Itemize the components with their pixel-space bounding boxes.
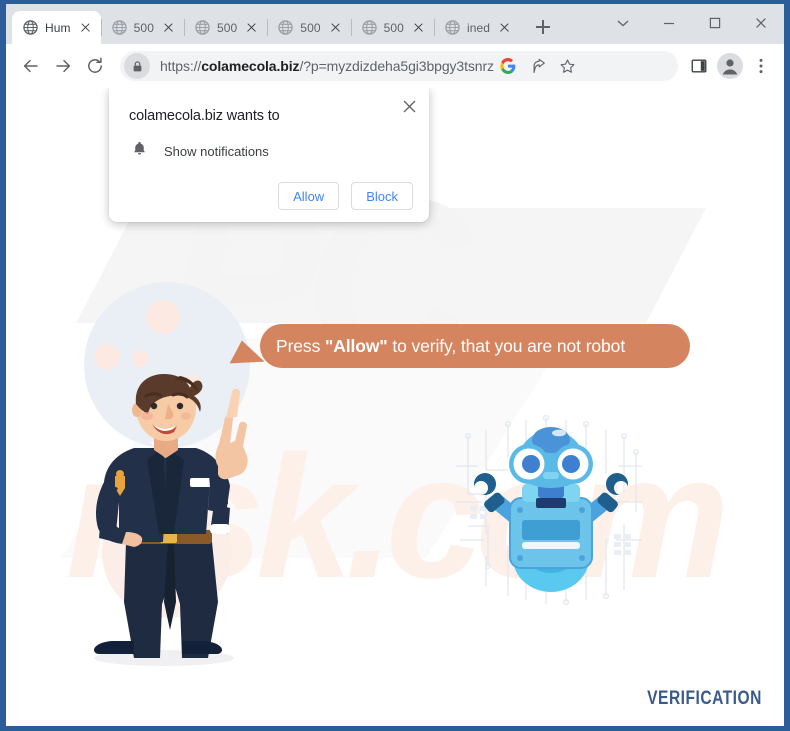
tab-title: 500 [300, 20, 321, 35]
dialog-permission-label: Show notifications [164, 143, 269, 159]
toolbar-right-actions [684, 51, 776, 81]
verification-label: VERIFICATION [647, 688, 762, 709]
url-text[interactable]: https://colamecola.biz/?p=myzdizdeha5gi3… [160, 58, 494, 74]
new-tab-button[interactable] [529, 13, 557, 41]
browser-tab-2[interactable]: 500 [100, 11, 184, 44]
close-tab-icon[interactable] [328, 20, 343, 35]
pointing-businessman-illustration [68, 370, 268, 675]
decorative-dot [146, 300, 180, 334]
close-window-icon[interactable] [738, 7, 784, 39]
browser-toolbar: https://colamecola.biz/?p=myzdizdeha5gi3… [6, 44, 784, 88]
bell-icon [131, 140, 148, 162]
globe-icon [445, 20, 460, 35]
three-dot-menu-icon[interactable] [746, 51, 776, 81]
browser-tab-6[interactable]: ined [433, 11, 520, 44]
url-host: colamecola.biz [201, 58, 300, 74]
tab-title: Hum [45, 20, 71, 35]
address-bar[interactable]: https://colamecola.biz/?p=myzdizdeha5gi3… [120, 51, 678, 81]
minimize-icon[interactable] [646, 7, 692, 39]
browser-tab-5[interactable]: 500 [350, 11, 434, 44]
omnibox-actions [494, 52, 582, 80]
close-tab-icon[interactable] [78, 20, 93, 35]
reload-icon[interactable] [80, 51, 110, 81]
tab-search-chevron-down-icon[interactable] [600, 7, 646, 39]
tab-strip: Hum 500 500 500 500 ined [6, 4, 784, 44]
tab-title: 500 [216, 20, 238, 35]
block-button[interactable]: Block [351, 182, 413, 210]
dialog-buttons: Allow Block [129, 182, 413, 210]
allow-button[interactable]: Allow [278, 182, 340, 210]
tab-title: 500 [383, 20, 404, 35]
close-tab-icon[interactable] [161, 20, 176, 35]
tab-title: ined [466, 20, 491, 35]
globe-icon [278, 20, 294, 35]
speech-prefix: Press [276, 335, 325, 356]
page-viewport: PC risk.com Press "Allow" to verify, tha… [6, 88, 784, 726]
decorative-dot [132, 350, 149, 367]
lock-icon[interactable] [124, 53, 150, 79]
speech-bubble-text: Press "Allow" to verify, that you are no… [276, 336, 625, 357]
forward-arrow-icon[interactable] [48, 51, 78, 81]
globe-icon [195, 20, 210, 35]
globe-icon [361, 20, 377, 35]
close-icon[interactable] [398, 95, 420, 117]
speech-emphasis: "Allow" [325, 335, 388, 356]
share-icon[interactable] [524, 52, 552, 80]
back-arrow-icon[interactable] [16, 51, 46, 81]
maximize-icon[interactable] [692, 7, 738, 39]
window-controls [600, 4, 784, 42]
browser-window: Hum 500 500 500 500 ined https://colamec… [5, 3, 785, 727]
bookmark-star-icon[interactable] [554, 52, 582, 80]
url-path: /?p=myzdizdeha5gi3bpgy3tsnrz [299, 58, 494, 74]
browser-tab-1[interactable]: Hum [12, 11, 101, 44]
notification-permission-dialog: colamecola.biz wants to Show notificatio… [109, 88, 429, 222]
close-tab-icon[interactable] [497, 20, 512, 35]
side-panel-icon[interactable] [684, 51, 714, 81]
speech-bubble: Press "Allow" to verify, that you are no… [260, 324, 690, 368]
dialog-permission-row: Show notifications [129, 140, 413, 162]
url-scheme: https:// [160, 58, 202, 74]
browser-tab-4[interactable]: 500 [267, 11, 350, 44]
close-tab-icon[interactable] [411, 20, 426, 35]
close-tab-icon[interactable] [244, 20, 259, 35]
browser-tab-3[interactable]: 500 [183, 11, 267, 44]
dialog-title: colamecola.biz wants to [129, 108, 280, 124]
blue-robot-illustration [446, 406, 656, 621]
globe-icon [23, 20, 38, 35]
speech-suffix: to verify, that you are not robot [387, 335, 626, 356]
tab-title: 500 [133, 20, 154, 35]
profile-avatar-icon[interactable] [715, 51, 745, 81]
globe-icon [111, 20, 127, 35]
google-g-icon[interactable] [494, 52, 522, 80]
decorative-dot [94, 344, 120, 370]
